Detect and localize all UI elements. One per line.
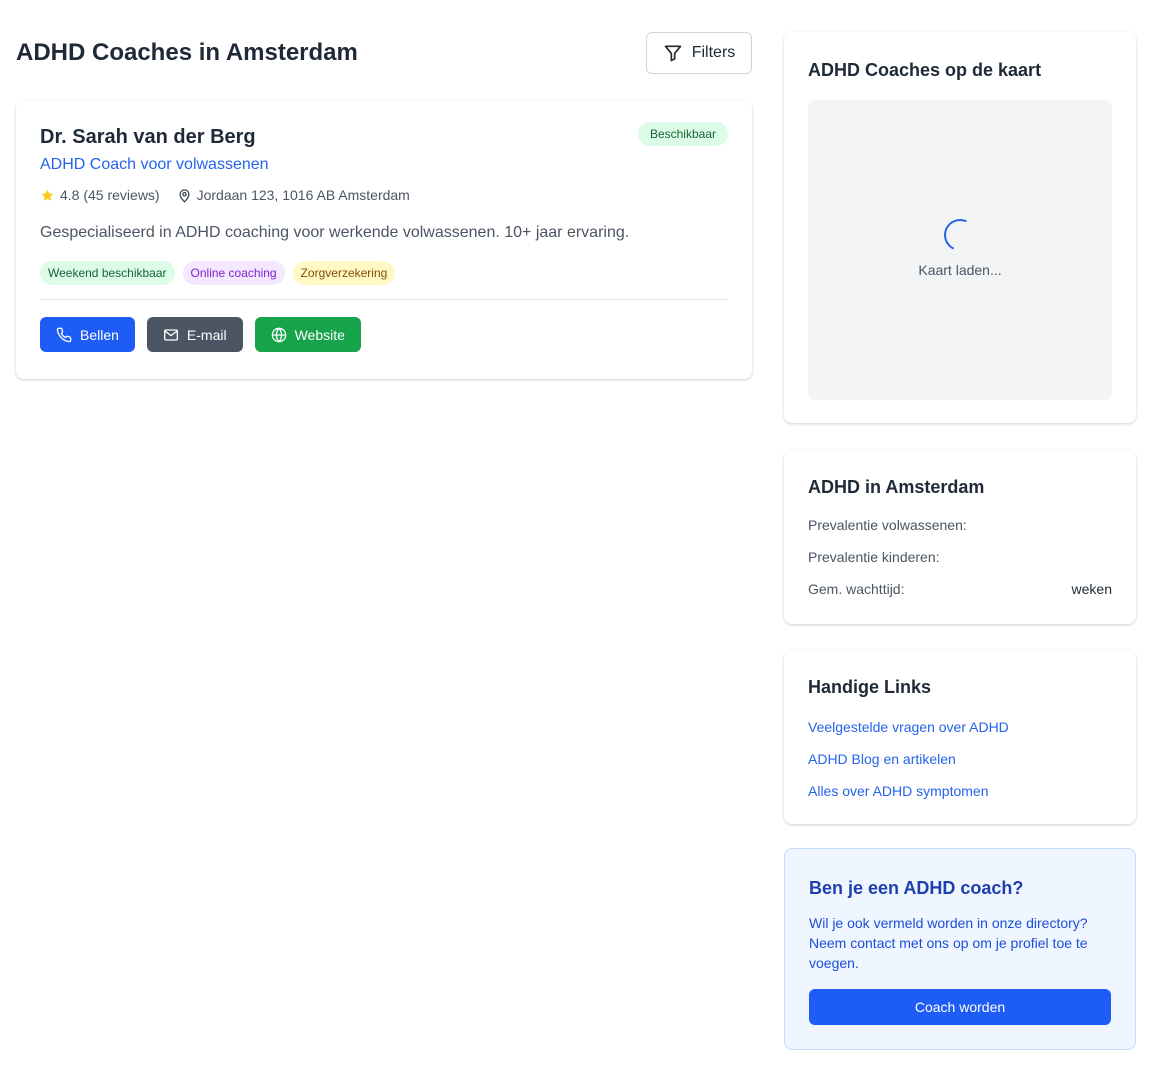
coach-description: Gespecialiseerd in ADHD coaching voor we… (40, 224, 630, 241)
links-card: Handige Links Veelgestelde vragen over A… (784, 650, 1136, 824)
availability-badge: Beschikbaar (637, 122, 728, 146)
tag-weekend: Weekend beschikbaar (40, 261, 175, 285)
address-text: Jordaan 123, 1016 AB Amsterdam (196, 187, 410, 203)
map-container[interactable]: Kaart laden... (808, 100, 1112, 400)
become-coach-card: Ben je een ADHD coach? Wil je ook vermel… (784, 848, 1136, 1050)
main-column: ADHD Coaches in Amsterdam Filters Dr. Sa… (16, 32, 752, 379)
action-buttons: Bellen E-mail Website (40, 317, 728, 352)
stat-label: Gem. wachttijd: (808, 581, 905, 597)
page-title: ADHD Coaches in Amsterdam (16, 39, 358, 66)
rating: 4.8 (45 reviews) (40, 187, 160, 203)
stat-row-children: Prevalentie kinderen: (808, 550, 1112, 564)
stat-row-waiting-time: Gem. wachttijd: weken (808, 582, 1112, 596)
cta-title: Ben je een ADHD coach? (809, 878, 1024, 898)
stats-card: ADHD in Amsterdam Prevalentie volwassene… (784, 450, 1136, 624)
map-title: ADHD Coaches op de kaart (808, 60, 1042, 80)
page: ADHD Coaches in Amsterdam Filters Dr. Sa… (0, 0, 1152, 1082)
email-button[interactable]: E-mail (146, 317, 243, 352)
filters-button[interactable]: Filters (646, 32, 752, 74)
call-button[interactable]: Bellen (40, 317, 135, 352)
star-icon (40, 188, 55, 203)
stat-value: weken (1071, 581, 1112, 597)
filter-icon (663, 43, 683, 63)
address: Jordaan 123, 1016 AB Amsterdam (177, 187, 410, 203)
tag-online: Online coaching (182, 261, 285, 285)
stat-row-adults: Prevalentie volwassenen: (808, 518, 1112, 532)
link-blog[interactable]: ADHD Blog en artikelen (808, 752, 1112, 766)
cta-text: Wil je ook vermeld worden in onze direct… (809, 915, 1088, 971)
map-pin-icon (177, 188, 192, 203)
coach-meta: 4.8 (45 reviews) Jordaan 123, 1016 AB Am… (40, 186, 728, 204)
become-coach-button[interactable]: Coach worden (809, 989, 1111, 1025)
stat-label: Prevalentie kinderen: (808, 549, 940, 565)
tag-insurance: Zorgverzekering (292, 261, 396, 285)
phone-icon (56, 327, 72, 343)
stats-title: ADHD in Amsterdam (808, 477, 985, 497)
website-button[interactable]: Website (254, 317, 361, 352)
mail-icon (163, 327, 179, 343)
coach-card: Dr. Sarah van der Berg ADHD Coach voor v… (16, 100, 752, 379)
map-loading-text: Kaart laden... (918, 262, 1002, 278)
tag-list: Weekend beschikbaar Online coaching Zorg… (40, 261, 728, 285)
coach-name: Dr. Sarah van der Berg (40, 126, 256, 148)
main-header: ADHD Coaches in Amsterdam Filters (16, 32, 752, 74)
divider (40, 299, 728, 300)
email-label: E-mail (186, 326, 227, 343)
coach-title-link[interactable]: ADHD Coach voor volwassenen (40, 155, 269, 175)
link-faq[interactable]: Veelgestelde vragen over ADHD (808, 720, 1112, 734)
call-label: Bellen (80, 326, 119, 343)
loading-spinner (939, 214, 981, 256)
filters-label: Filters (691, 44, 736, 61)
globe-icon (271, 327, 287, 343)
website-label: Website (294, 326, 345, 343)
link-symptoms[interactable]: Alles over ADHD symptomen (808, 784, 1112, 798)
map-card: ADHD Coaches op de kaart Kaart laden... (784, 32, 1136, 423)
stat-label: Prevalentie volwassenen: (808, 517, 967, 533)
links-title: Handige Links (808, 677, 932, 697)
rating-text: 4.8 (45 reviews) (60, 187, 160, 203)
